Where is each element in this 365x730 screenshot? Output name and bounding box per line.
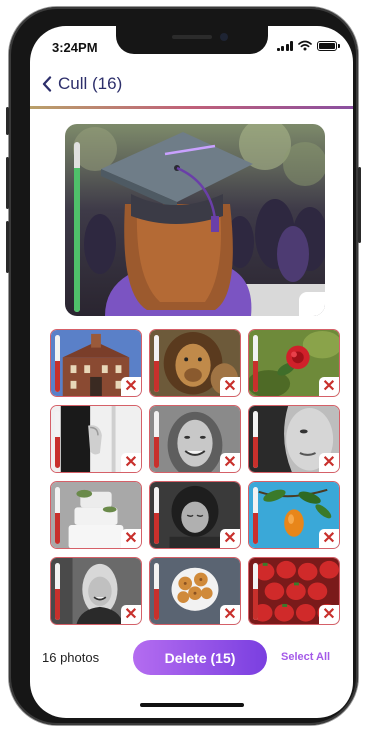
photo-tile[interactable]: ✕ (149, 405, 241, 473)
power-button (358, 167, 361, 243)
photo-tile[interactable]: ✕ (50, 329, 142, 397)
delete-mark-icon[interactable]: ✕ (220, 529, 240, 548)
notch (116, 26, 268, 54)
delete-mark-icon[interactable]: ✕ (220, 605, 240, 624)
graduation-photo (65, 124, 325, 316)
delete-mark-icon[interactable]: ✕ (319, 453, 339, 472)
delete-button[interactable]: Delete (15) (133, 640, 267, 675)
quality-gauge (55, 487, 60, 544)
select-all-link[interactable]: Select All (281, 651, 330, 663)
quality-gauge (253, 335, 258, 392)
quality-gauge (154, 411, 159, 468)
home-indicator (140, 703, 244, 707)
chevron-left-icon (42, 76, 52, 92)
delete-mark-icon[interactable]: ✕ (121, 605, 141, 624)
quality-gauge (55, 335, 60, 392)
delete-mark-icon[interactable]: ✕ (220, 453, 240, 472)
photo-count: 16 photos (42, 650, 100, 665)
photo-tile[interactable]: ✕ (149, 557, 241, 625)
back-button[interactable]: Cull (16) (42, 74, 122, 94)
quality-gauge (154, 487, 159, 544)
delete-mark-icon[interactable]: ✕ (319, 605, 339, 624)
wifi-icon (298, 40, 312, 51)
delete-mark-icon[interactable]: ✕ (121, 453, 141, 472)
photo-tile[interactable]: ✕ (248, 405, 340, 473)
hero-photo[interactable] (65, 124, 325, 316)
header-divider (30, 106, 353, 109)
status-icons (276, 40, 340, 51)
speaker-grille (172, 35, 212, 39)
hero-quality-gauge (74, 142, 80, 312)
quality-gauge (55, 411, 60, 468)
action-bar: 16 photos Delete (15) Select All (30, 638, 353, 678)
battery-icon (317, 40, 340, 51)
quality-gauge (55, 563, 60, 620)
front-camera (220, 33, 228, 41)
photo-grid: ✕ ✕ ✕ ✕ ✕ ✕ ✕ ✕ ✕ ✕ ✕ ✕ (50, 329, 342, 625)
delete-mark-icon[interactable]: ✕ (319, 377, 339, 396)
delete-mark-icon[interactable]: ✕ (220, 377, 240, 396)
photo-tile[interactable]: ✕ (248, 329, 340, 397)
delete-mark-icon[interactable]: ✕ (319, 529, 339, 548)
quality-gauge (253, 411, 258, 468)
app-screen: 3:24PM Cull (16) ✕ ✕ ✕ ✕ ✕ ✕ ✕ ✕ ✕ ✕ ✕ ✕… (30, 26, 353, 718)
phone-frame: 3:24PM Cull (16) ✕ ✕ ✕ ✕ ✕ ✕ ✕ ✕ ✕ ✕ ✕ ✕… (6, 7, 361, 725)
delete-mark-icon[interactable]: ✕ (121, 377, 141, 396)
photo-tile[interactable]: ✕ (50, 481, 142, 549)
volume-up-button (6, 157, 9, 209)
photo-tile[interactable]: ✕ (248, 481, 340, 549)
status-time: 3:24PM (52, 40, 98, 55)
volume-down-button (6, 221, 9, 273)
hero-corner-tab (299, 292, 325, 316)
photo-tile[interactable]: ✕ (50, 557, 142, 625)
mute-switch (6, 107, 9, 135)
photo-tile[interactable]: ✕ (149, 329, 241, 397)
photo-tile[interactable]: ✕ (248, 557, 340, 625)
cell-signal-icon (276, 40, 293, 51)
quality-gauge (154, 335, 159, 392)
quality-gauge (154, 563, 159, 620)
quality-gauge (253, 487, 258, 544)
photo-tile[interactable]: ✕ (50, 405, 142, 473)
delete-mark-icon[interactable]: ✕ (121, 529, 141, 548)
quality-gauge (253, 563, 258, 620)
page-title: Cull (16) (58, 74, 123, 93)
photo-tile[interactable]: ✕ (149, 481, 241, 549)
